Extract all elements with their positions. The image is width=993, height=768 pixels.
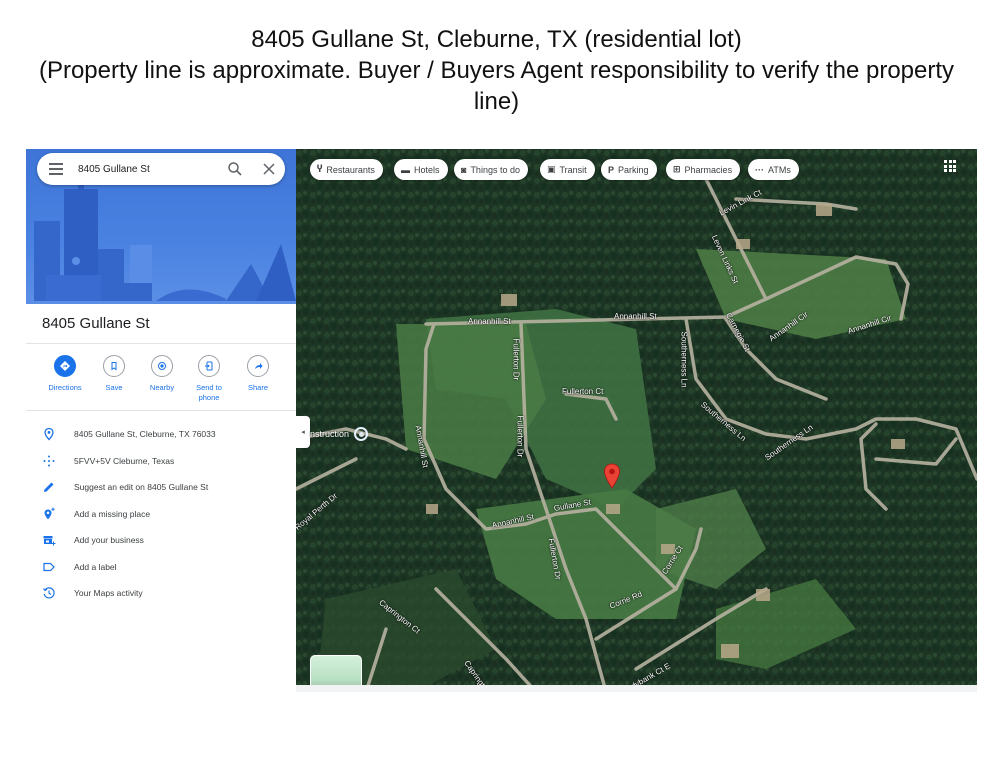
chip-label: Parking bbox=[618, 164, 649, 175]
divider bbox=[26, 410, 296, 411]
share-icon bbox=[247, 355, 269, 377]
chip-label: Transit bbox=[559, 164, 587, 175]
plus-code-text: 5FVV+5V Cleburne, Texas bbox=[74, 455, 175, 466]
maps-screenshot: 8405 Gullane St Directions Save Nearby bbox=[26, 149, 977, 692]
road-label: Fullerton Ct bbox=[562, 387, 604, 396]
place-info-list: 8405 Gullane St, Cleburne, TX 76033 5FVV… bbox=[26, 421, 296, 607]
divider bbox=[26, 343, 296, 344]
directions-label: Directions bbox=[48, 383, 82, 392]
add-missing-place-item[interactable]: Add a missing place bbox=[26, 501, 296, 528]
road-label: Fullerton Dr bbox=[515, 415, 525, 458]
location-pin-marker[interactable] bbox=[603, 463, 621, 489]
search-input[interactable] bbox=[78, 160, 218, 178]
add-label-item[interactable]: Add a label bbox=[26, 554, 296, 581]
bookmark-icon bbox=[103, 355, 125, 377]
map-footer-strip bbox=[296, 685, 977, 692]
place-actions: Directions Save Nearby Send to phone Sha… bbox=[38, 355, 288, 410]
slide-title: 8405 Gullane St, Cleburne, TX (residenti… bbox=[0, 24, 993, 117]
add-business-icon bbox=[43, 536, 56, 546]
place-hero-image bbox=[26, 149, 296, 304]
camera-icon: ◙ bbox=[461, 164, 467, 175]
search-icon[interactable] bbox=[227, 161, 243, 177]
chip-label: ATMs bbox=[768, 164, 791, 175]
close-icon[interactable] bbox=[261, 161, 277, 177]
chip-label: Pharmacies bbox=[684, 164, 733, 175]
chip-label: Things to do bbox=[470, 164, 520, 175]
chip-label: Hotels bbox=[414, 164, 440, 175]
hamburger-menu-icon[interactable] bbox=[49, 163, 63, 175]
road-label: Southerness Ln bbox=[679, 331, 689, 388]
share-button[interactable]: Share bbox=[233, 355, 283, 393]
road-label: Fullerton Dr bbox=[511, 338, 521, 381]
chip-transit[interactable]: ▣ Transit bbox=[540, 159, 595, 180]
search-box[interactable] bbox=[37, 153, 285, 185]
slide-title-line-1: 8405 Gullane St, Cleburne, TX (residenti… bbox=[251, 26, 742, 53]
transit-icon: ▣ bbox=[547, 164, 556, 174]
nearby-button[interactable]: Nearby bbox=[137, 355, 187, 393]
directions-button[interactable]: Directions bbox=[40, 355, 90, 393]
directions-icon bbox=[54, 355, 76, 377]
chip-restaurants[interactable]: Ⴤ Restaurants bbox=[310, 159, 383, 180]
add-missing-place-text: Add a missing place bbox=[74, 508, 151, 519]
history-icon bbox=[43, 587, 55, 599]
pencil-icon bbox=[44, 482, 54, 492]
place-panel: 8405 Gullane St Directions Save Nearby bbox=[26, 149, 296, 692]
poi-label: nstruction bbox=[310, 429, 350, 439]
label-icon bbox=[43, 562, 55, 571]
chip-hotels[interactable]: ▬ Hotels bbox=[394, 159, 448, 180]
send-to-phone-button[interactable]: Send to phone bbox=[184, 355, 234, 403]
suggest-edit-item[interactable]: Suggest an edit on 8405 Gullane St bbox=[26, 474, 296, 501]
add-label-text: Add a label bbox=[74, 561, 117, 572]
slide-title-line-2: (Property line is approximate. Buyer / B… bbox=[38, 57, 955, 115]
share-label: Share bbox=[247, 383, 268, 392]
address-item[interactable]: 8405 Gullane St, Cleburne, TX 76033 bbox=[26, 421, 296, 448]
chip-label: Restaurants bbox=[326, 164, 375, 175]
plus-code-item[interactable]: 5FVV+5V Cleburne, Texas bbox=[26, 448, 296, 475]
save-button[interactable]: Save bbox=[89, 355, 139, 393]
add-business-text: Add your business bbox=[74, 535, 144, 545]
plus-code-icon bbox=[43, 455, 55, 466]
chip-atms[interactable]: ··· ATMs bbox=[748, 159, 799, 180]
suggest-edit-text: Suggest an edit on 8405 Gullane St bbox=[74, 482, 209, 492]
chip-parking[interactable]: P Parking bbox=[601, 159, 657, 180]
road-label: Annanhill St bbox=[614, 312, 657, 321]
atm-icon: ··· bbox=[755, 164, 764, 175]
satellite-map[interactable]: Annanhill St Annanhill St Fullerton Dr F… bbox=[296, 149, 977, 692]
road-label: Annanhill St bbox=[468, 317, 511, 326]
maps-activity-text: Your Maps activity bbox=[74, 588, 143, 598]
chip-pharmacies[interactable]: ⊞ Pharmacies bbox=[666, 159, 741, 180]
nearby-label: Nearby bbox=[149, 383, 175, 392]
add-place-icon bbox=[44, 507, 55, 519]
nearby-icon bbox=[151, 355, 173, 377]
add-business-item[interactable]: Add your business bbox=[26, 527, 296, 554]
chevron-left-icon: ◂ bbox=[301, 429, 305, 436]
parking-icon: P bbox=[608, 164, 615, 175]
poi-marker[interactable] bbox=[354, 427, 368, 441]
send-to-phone-label: Send to phone bbox=[196, 383, 222, 402]
collapse-panel-button[interactable]: ◂ bbox=[296, 416, 310, 448]
save-label: Save bbox=[105, 383, 123, 392]
pharmacy-icon: ⊞ bbox=[673, 164, 681, 174]
location-pin-icon bbox=[44, 427, 54, 441]
apps-grid-icon[interactable] bbox=[944, 160, 956, 172]
address-text: 8405 Gullane St, Cleburne, TX 76033 bbox=[74, 429, 216, 439]
chip-things-to-do[interactable]: ◙ Things to do bbox=[454, 159, 528, 180]
maps-activity-item[interactable]: Your Maps activity bbox=[26, 580, 296, 607]
restaurant-icon: Ⴤ bbox=[317, 164, 323, 174]
place-title: 8405 Gullane St bbox=[42, 315, 150, 332]
hotel-icon: ▬ bbox=[401, 164, 410, 175]
send-to-phone-icon bbox=[198, 355, 220, 377]
